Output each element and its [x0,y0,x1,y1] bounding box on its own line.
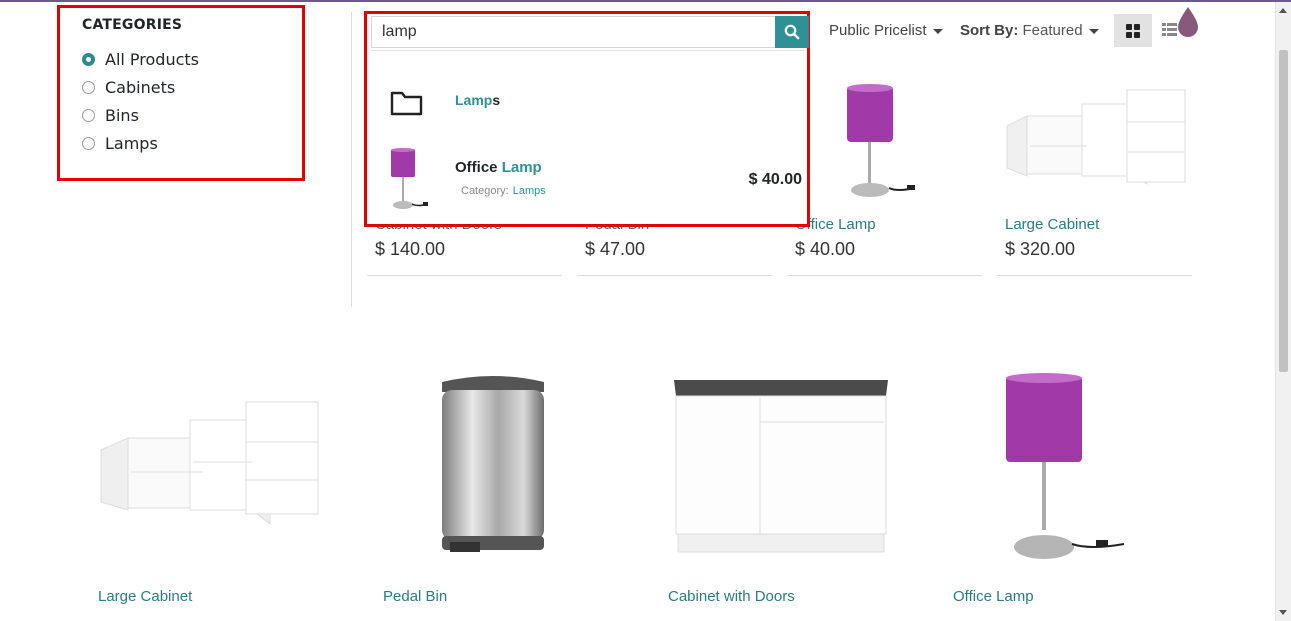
radio-selected[interactable] [82,52,95,66]
search-result-product[interactable]: Office Lamp [455,159,542,176]
sort-dropdown[interactable]: Sort By: Featured [960,22,1099,39]
top-accent-line [0,0,1291,2]
category-label: Cabinets [105,77,176,97]
dropdown-separator [371,50,805,51]
product-price: $ 47.00 [585,239,646,259]
search-button[interactable] [775,16,809,48]
radio[interactable] [82,108,95,122]
categories-panel: CATEGORIES All Products Cabinets Bins La… [57,5,305,181]
categories-list: All Products Cabinets Bins Lamps [82,45,199,157]
product-price: $ 40.00 [795,239,856,259]
large-cabinet-image[interactable] [98,398,323,528]
category-bins[interactable]: Bins [82,101,199,129]
search-result-category[interactable]: Lamps [455,92,500,108]
category-label: Lamps [105,133,158,153]
folder-icon [390,91,423,116]
product-price: $ 320.00 [1005,239,1076,259]
product-name[interactable]: Office Lamp [953,588,1034,605]
search-input[interactable] [371,16,775,48]
caret-down-icon [932,28,943,34]
product-divider [787,275,982,276]
category-cabinets[interactable]: Cabinets [82,73,199,101]
category-label: All Products [105,49,200,69]
search-autocomplete: Lamps Office Lamp Category:Lamps $ 40.00 [364,11,810,227]
grid-view-button[interactable] [1114,14,1152,47]
scroll-down-arrow-icon[interactable] [1279,610,1287,615]
product-name[interactable]: Large Cabinet [98,588,192,605]
category-label: Bins [105,105,139,125]
sidebar-divider [351,12,352,307]
radio[interactable] [82,136,95,150]
office-lamp-image[interactable] [1000,372,1130,564]
category-lamps[interactable]: Lamps [82,129,199,157]
categories-title: CATEGORIES [82,17,183,33]
droplet-icon [1178,7,1198,37]
scrollbar-thumb[interactable] [1279,50,1288,372]
scroll-up-arrow-icon[interactable] [1279,8,1287,13]
cabinet-with-doors-image[interactable] [672,378,890,556]
search-result-price: $ 40.00 [748,171,802,188]
product-name[interactable]: Large Cabinet [1005,216,1099,233]
pedal-bin-image[interactable] [436,372,550,560]
product-name[interactable]: Cabinet with Doors [668,588,795,605]
search-icon [784,24,800,40]
search-result-category-line: Category: Lamps [461,185,546,197]
product-price: $ 140.00 [375,239,446,259]
product-divider [577,275,772,276]
product-name[interactable]: Pedal Bin [383,588,447,605]
page-scrollbar[interactable] [1275,2,1291,621]
office-lamp-image[interactable] [837,82,927,202]
category-all-products[interactable]: All Products [82,45,199,73]
office-lamp-thumbnail[interactable] [387,147,431,213]
caret-down-icon [1088,28,1099,34]
product-divider [367,275,562,276]
radio[interactable] [82,80,95,94]
grid-icon [1126,23,1140,38]
product-divider [997,275,1192,276]
pricelist-dropdown[interactable]: Public Pricelist [829,22,943,39]
large-cabinet-image[interactable] [1002,86,1187,196]
